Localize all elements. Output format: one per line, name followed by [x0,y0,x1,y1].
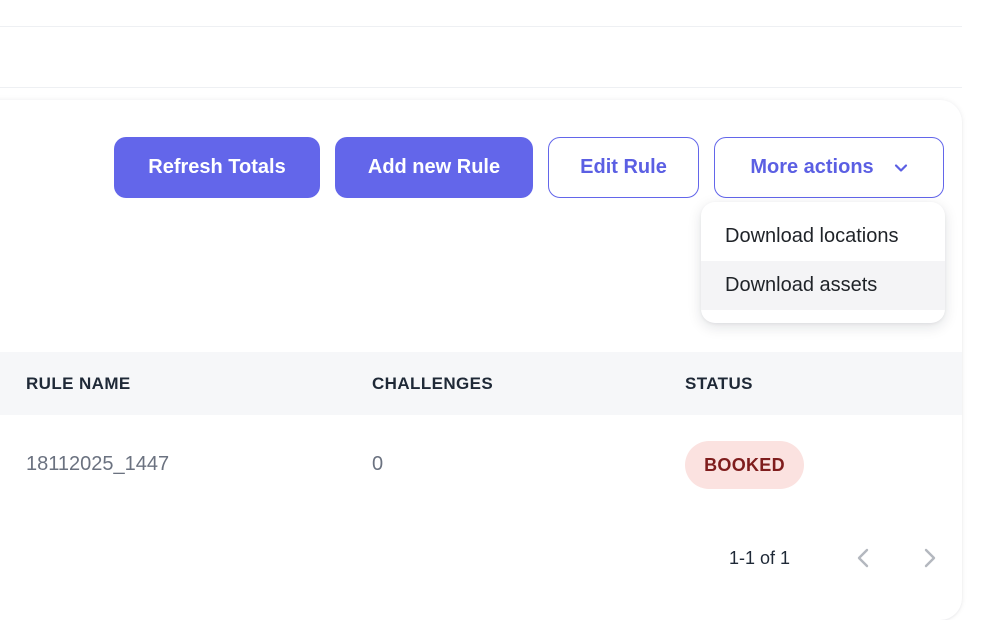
column-header-challenges[interactable]: CHALLENGES [372,352,493,415]
chevron-left-icon [857,548,869,568]
cell-rule-name[interactable]: 18112025_1447 [26,440,169,488]
refresh-totals-label: Refresh Totals [148,156,286,178]
cell-challenges: 0 [372,452,384,475]
next-page-button[interactable] [917,546,941,570]
column-header-rule-name[interactable]: RULE NAME [26,352,131,415]
divider [0,87,962,88]
column-header-status[interactable]: STATUS [685,352,753,415]
edit-rule-button[interactable]: Edit Rule [548,137,699,198]
menu-item-download-locations[interactable]: Download locations [701,212,945,261]
more-actions-menu: Download locations Download assets [701,202,945,323]
previous-page-button[interactable] [852,546,876,570]
chevron-down-icon [894,161,908,175]
pagination-range: 1-1 of 1 [729,540,790,576]
top-area [0,0,962,100]
status-badge-label: BOOKED [704,454,785,475]
more-actions-button[interactable]: More actions [714,137,944,198]
divider [0,26,962,27]
menu-item-download-assets[interactable]: Download assets [701,261,945,310]
menu-item-label: Download locations [725,225,899,247]
add-new-rule-label: Add new Rule [367,156,501,178]
status-badge: BOOKED [685,441,804,489]
menu-item-label: Download assets [725,274,878,296]
chevron-right-icon [924,548,936,568]
edit-rule-label: Edit Rule [580,156,667,178]
refresh-totals-button[interactable]: Refresh Totals [114,137,320,198]
more-actions-label: More actions [750,156,874,178]
pagination-range-text: 1-1 of 1 [729,547,791,568]
add-new-rule-button[interactable]: Add new Rule [335,137,533,198]
